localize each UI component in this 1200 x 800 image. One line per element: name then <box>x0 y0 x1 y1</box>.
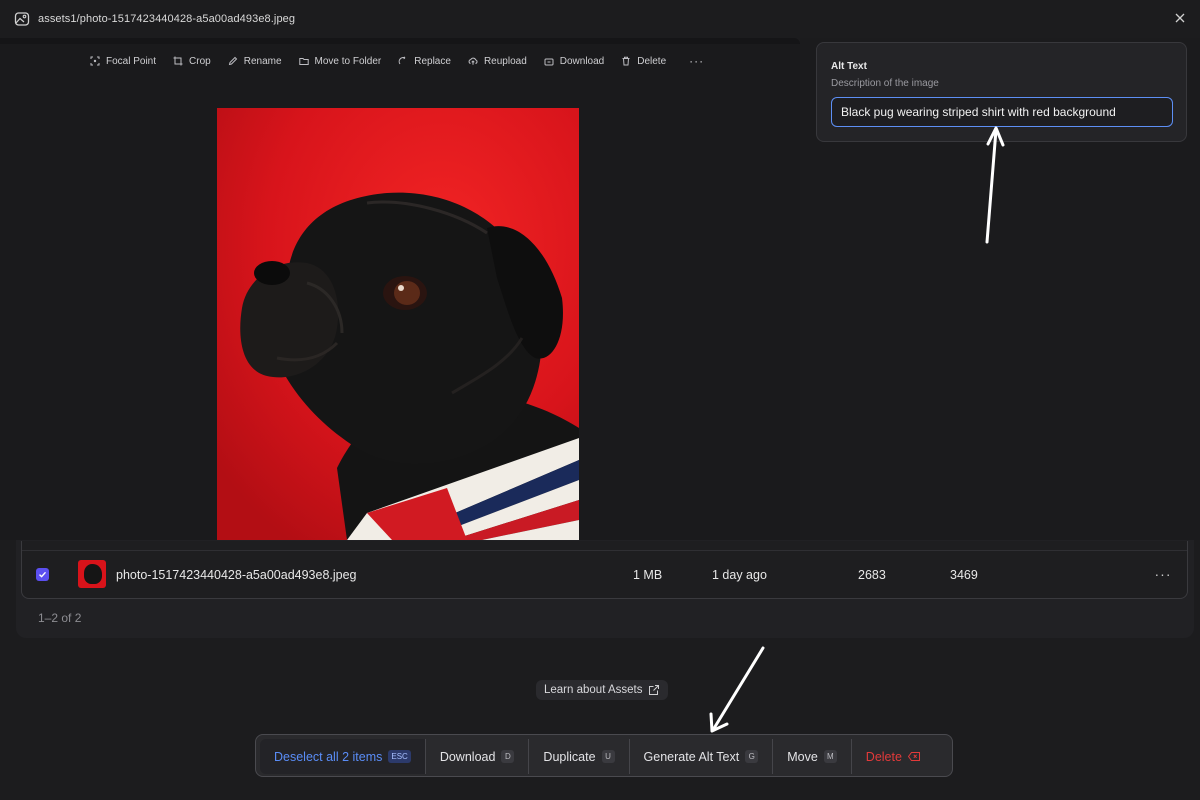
asset-size: 1 MB <box>633 568 663 582</box>
table-row[interactable]: photo-1517423440428-a5a00ad493e8.jpeg 1 … <box>22 550 1187 598</box>
pencil-icon <box>228 56 238 66</box>
row-checkbox[interactable] <box>36 568 49 581</box>
move-to-folder-button[interactable]: Move to Folder <box>298 56 381 67</box>
duplicate-button[interactable]: Duplicate U <box>529 739 630 774</box>
asset-image <box>217 108 579 540</box>
close-icon[interactable] <box>1172 10 1188 26</box>
alt-text-title: Alt Text <box>831 61 867 72</box>
rename-button[interactable]: Rename <box>228 56 282 67</box>
bulk-delete-button[interactable]: Delete <box>852 739 934 774</box>
bulk-download-button[interactable]: Download D <box>426 739 530 774</box>
focal-point-button[interactable]: Focal Point <box>90 56 156 67</box>
image-toolbar: Focal Point Crop Rename Move to Folder R… <box>90 54 704 68</box>
crop-button[interactable]: Crop <box>173 56 211 67</box>
asset-date: 1 day ago <box>712 568 767 582</box>
delete-key-icon <box>907 752 920 761</box>
bulk-action-bar: Deselect all 2 items ESC Download D Dupl… <box>255 734 953 777</box>
alt-text-card: Alt Text Description of the image <box>816 42 1187 142</box>
shortcut-key: U <box>601 750 615 763</box>
shortcut-key: ESC <box>388 750 411 763</box>
crop-icon <box>173 56 183 66</box>
image-preview-panel: Focal Point Crop Rename Move to Folder R… <box>0 38 800 540</box>
row-more-icon[interactable]: ··· <box>1154 565 1172 583</box>
replace-button[interactable]: Replace <box>398 56 451 67</box>
more-options-icon[interactable]: ··· <box>689 54 704 68</box>
focal-point-icon <box>90 56 100 66</box>
replace-icon <box>398 56 408 66</box>
upload-cloud-icon <box>468 56 478 66</box>
shortcut-key: M <box>823 750 837 763</box>
file-path: assets1/photo-1517423440428-a5a00ad493e8… <box>38 13 296 25</box>
asset-thumbnail <box>78 560 106 588</box>
pagination: 1–2 of 2 <box>38 611 82 625</box>
deselect-all-button[interactable]: Deselect all 2 items ESC <box>260 739 426 774</box>
learn-about-assets-link[interactable]: Learn about Assets <box>536 680 669 700</box>
alt-text-input[interactable] <box>831 97 1173 127</box>
asset-width: 2683 <box>858 568 886 582</box>
generate-alt-text-button[interactable]: Generate Alt Text G <box>630 739 774 774</box>
reupload-button[interactable]: Reupload <box>468 56 527 67</box>
external-link-icon <box>648 684 660 696</box>
trash-icon <box>621 56 631 66</box>
folder-icon <box>298 56 309 66</box>
shortcut-key: G <box>745 750 759 763</box>
move-button[interactable]: Move M <box>773 739 852 774</box>
image-file-icon <box>14 11 30 27</box>
asset-height: 3469 <box>950 568 978 582</box>
shortcut-key: D <box>501 750 515 763</box>
delete-button[interactable]: Delete <box>621 56 666 67</box>
title-bar: assets1/photo-1517423440428-a5a00ad493e8… <box>0 0 1200 38</box>
download-button[interactable]: Download <box>544 56 604 67</box>
alt-text-description: Description of the image <box>831 78 939 89</box>
app-root: assets1/photo-1517423440428-a5a00ad493e8… <box>0 0 1200 800</box>
download-icon <box>544 56 554 66</box>
asset-name: photo-1517423440428-a5a00ad493e8.jpeg <box>116 568 357 582</box>
